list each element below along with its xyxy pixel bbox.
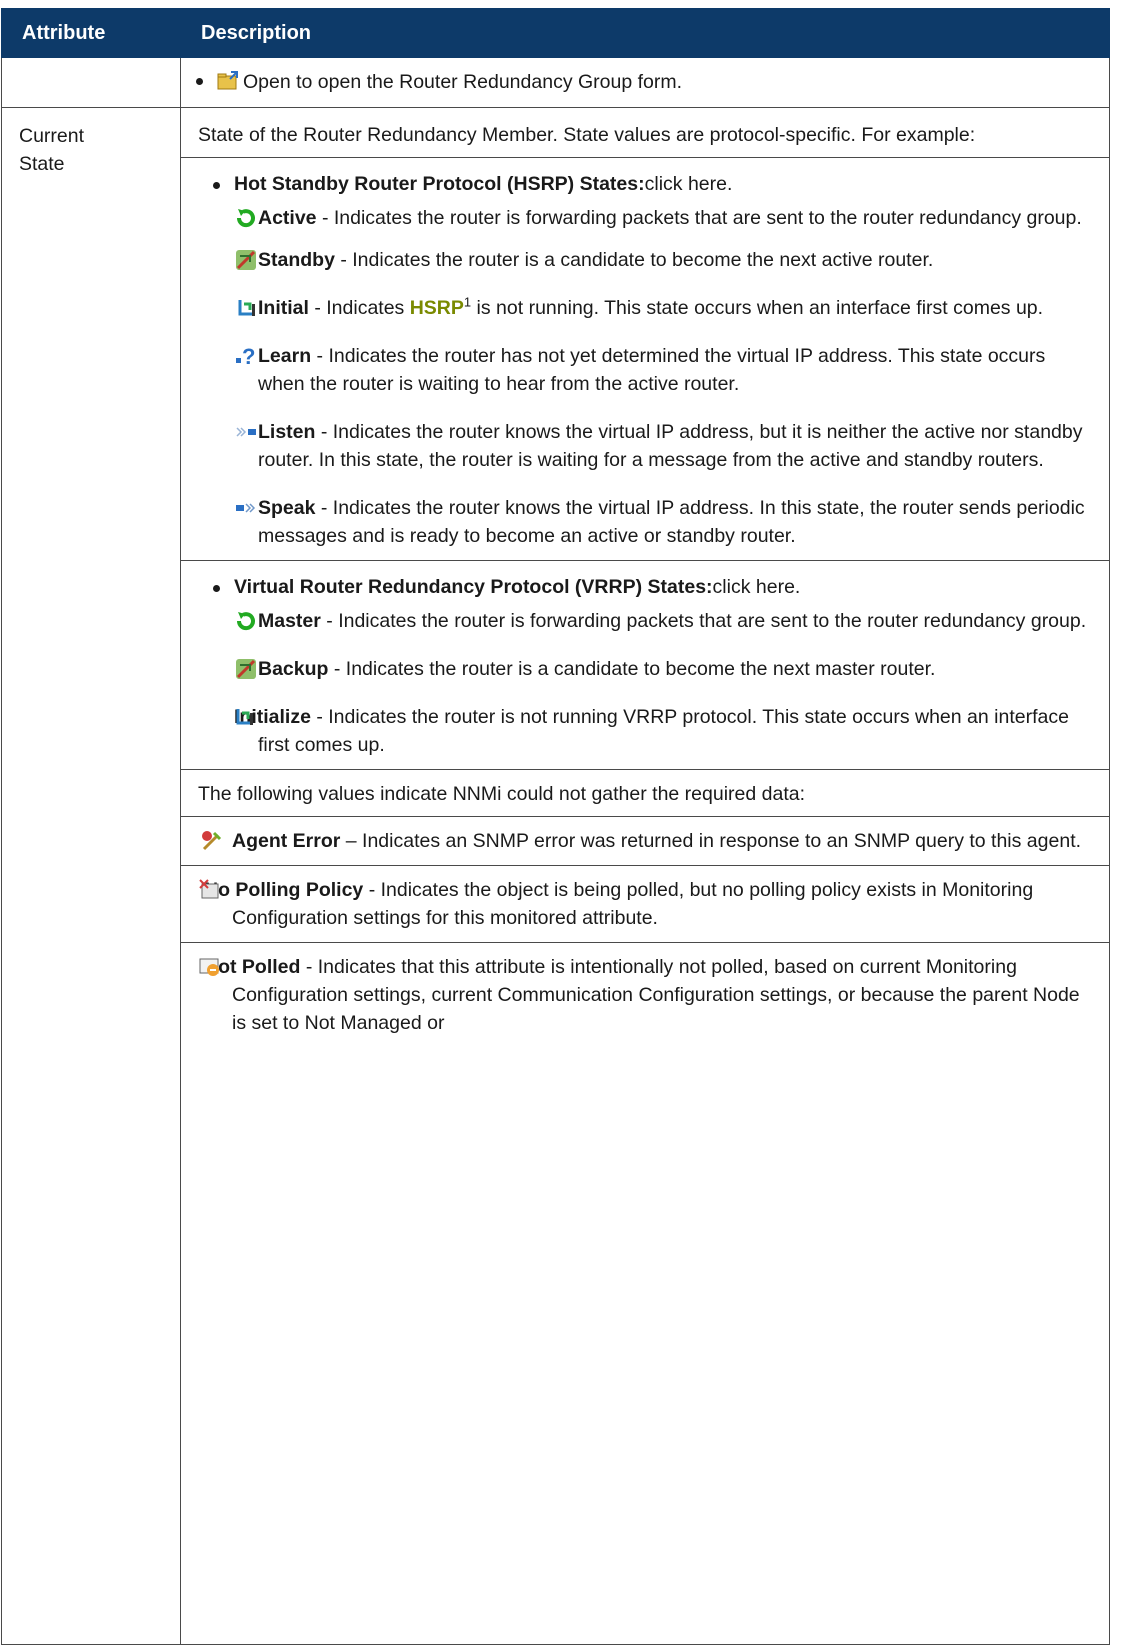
master-icon	[236, 612, 255, 631]
not-polled-icon	[199, 958, 219, 976]
attribute-cell: Current State	[1, 107, 181, 1645]
state-desc-pre: - Indicates	[308, 297, 410, 319]
state-desc: - Indicates the router knows the virtual…	[258, 497, 1085, 547]
no-polling-policy-icon	[199, 879, 219, 899]
hsrp-click-here-link[interactable]: click here.	[645, 173, 733, 195]
state-name: Initial	[258, 297, 309, 319]
state-desc: - Indicates the router is forwarding pac…	[320, 610, 1087, 632]
initial-icon	[238, 300, 255, 316]
list-item-vrrp: Virtual Router Redundancy Protocol (VRRP…	[181, 573, 1097, 601]
hsrp-title: Hot Standby Router Protocol (HSRP) State…	[234, 173, 645, 195]
state-desc: - Indicates the router has not yet deter…	[258, 345, 1046, 395]
state-name: Backup	[258, 658, 329, 680]
open-form-text: Open to open the Router Redundancy Group…	[243, 71, 683, 93]
listen-icon	[236, 427, 256, 437]
state-desc: - Indicates the router is a candidate to…	[334, 249, 934, 271]
intro-text: State of the Router Redundancy Member. S…	[198, 124, 976, 146]
state-master: Master - Indicates the router is forward…	[198, 607, 1097, 635]
attribute-name-line1: Current	[19, 125, 85, 147]
state-desc: - Indicates the router is not running VR…	[258, 706, 1069, 756]
divider	[181, 157, 1109, 158]
nodata-intro: The following values indicate NNMi could…	[198, 783, 806, 805]
state-backup: Backup - Indicates the router is a candi…	[198, 655, 1097, 683]
state-speak: Speak - Indicates the router knows the v…	[198, 494, 1097, 550]
state-name: Speak	[258, 497, 316, 519]
table-row: Current State State of the Router Redund…	[1, 107, 1110, 1645]
list-item-hsrp: Hot Standby Router Protocol (HSRP) State…	[181, 170, 1097, 198]
state-name: Standby	[258, 249, 335, 271]
svg-text:?: ?	[242, 344, 255, 368]
active-icon	[236, 209, 255, 228]
state-desc: – Indicates an SNMP error was returned i…	[340, 830, 1082, 852]
bullet	[196, 78, 203, 85]
state-initial: Initial - Indicates HSRP1 is not running…	[198, 294, 1097, 322]
initialize-icon	[236, 709, 253, 725]
description-cell: Open to open the Router Redundancy Group…	[180, 57, 1110, 108]
state-desc: - Indicates that this attribute is inten…	[232, 956, 1080, 1034]
state-listen: Listen - Indicates the router knows the …	[198, 418, 1097, 474]
standby-icon	[236, 250, 256, 270]
attribute-table: Attribute Description Open to open the R…	[1, 8, 1110, 1645]
open-form-icon	[217, 71, 238, 90]
backup-icon	[236, 659, 256, 679]
description-cell: State of the Router Redundancy Member. S…	[180, 107, 1110, 1645]
list-item: Open to open the Router Redundancy Group…	[181, 58, 1109, 96]
state-name: Listen	[258, 421, 316, 443]
hsrp-glossary-link[interactable]: HSRP	[410, 297, 464, 319]
vrrp-click-here-link[interactable]: click here.	[713, 576, 801, 598]
divider	[181, 942, 1109, 943]
state-initialize: Initialize - Indicates the router is not…	[198, 703, 1097, 759]
table-row: Open to open the Router Redundancy Group…	[1, 57, 1110, 108]
header-attribute: Attribute	[1, 8, 181, 58]
state-desc: - Indicates the router is a candidate to…	[328, 658, 936, 680]
divider	[181, 769, 1109, 770]
header-description: Description	[180, 8, 1110, 58]
state-no-polling-policy: No Polling Policy - Indicates the object…	[198, 876, 1097, 932]
agent-error-icon	[202, 831, 222, 851]
state-desc: - Indicates the router knows the virtual…	[258, 421, 1083, 471]
table-header-row: Attribute Description	[1, 8, 1110, 58]
state-active: Active - Indicates the router is forward…	[198, 204, 1097, 232]
learn-icon: ?	[236, 344, 255, 368]
state-desc: - Indicates the router is forwarding pac…	[316, 207, 1082, 229]
state-name: Learn	[258, 345, 312, 367]
bullet	[213, 585, 220, 592]
state-standby: Standby - Indicates the router is a cand…	[198, 246, 1097, 274]
state-name: Active	[258, 207, 317, 229]
attribute-name-line2: State	[19, 153, 65, 175]
state-name: Master	[258, 610, 321, 632]
vrrp-title: Virtual Router Redundancy Protocol (VRRP…	[234, 576, 713, 598]
state-learn: ? Learn - Indicates the router has not y…	[198, 342, 1097, 398]
state-desc: is not running. This state occurs when a…	[471, 297, 1044, 319]
state-name: No Polling Policy	[204, 879, 364, 901]
state-not-polled: Not Polled - Indicates that this attribu…	[198, 953, 1097, 1037]
state-name: Agent Error	[232, 830, 341, 852]
divider	[181, 865, 1109, 866]
divider	[181, 816, 1109, 817]
speak-icon	[236, 503, 256, 513]
state-agent-error: Agent Error – Indicates an SNMP error wa…	[198, 827, 1097, 855]
divider	[181, 560, 1109, 561]
bullet	[213, 182, 220, 189]
attribute-cell-empty	[1, 57, 181, 108]
